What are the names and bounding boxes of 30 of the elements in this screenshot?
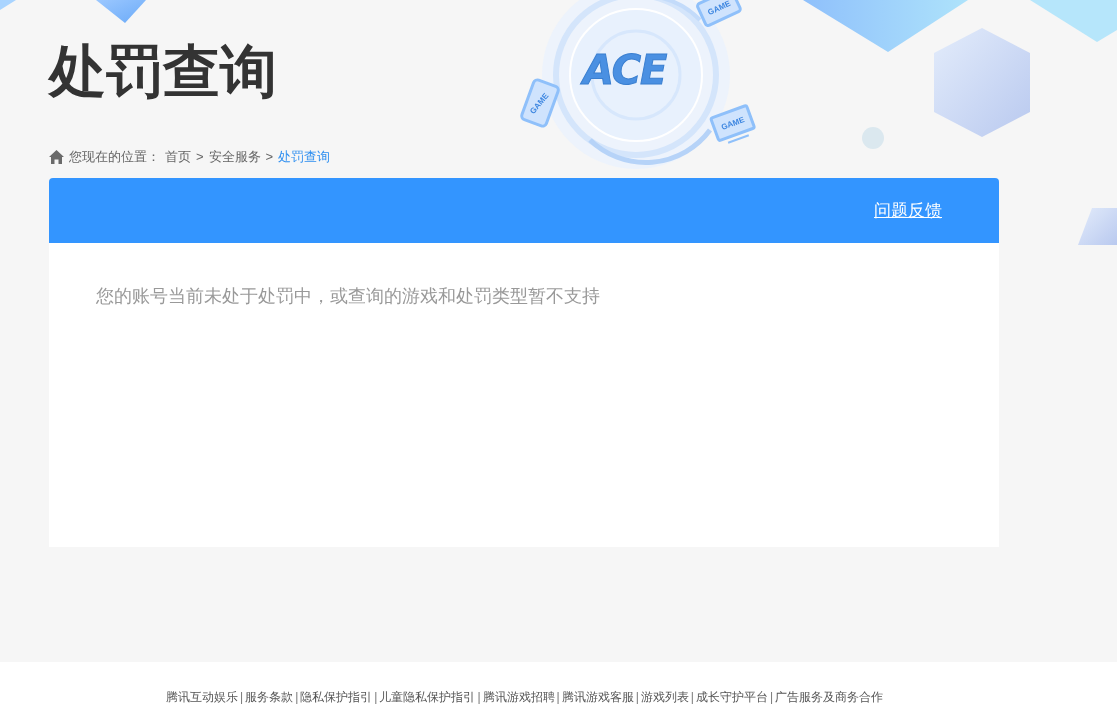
page-title: 处罚查询 [49, 38, 277, 105]
footer-link[interactable]: 腾讯游戏客服 [561, 690, 634, 705]
breadcrumb-separator: > [196, 148, 204, 166]
footer-link[interactable]: 广告服务及商务合作 [775, 690, 883, 705]
footer-link[interactable]: 游戏列表 [640, 690, 689, 705]
home-icon [49, 150, 64, 164]
footer-separator: | [768, 690, 774, 705]
monitor-icon: GAME [709, 103, 757, 144]
footer-link[interactable]: 服务条款 [245, 690, 294, 705]
footer-separator: | [294, 690, 300, 705]
decor-triangle [0, 0, 16, 10]
footer-link[interactable]: 儿童隐私保护指引 [379, 690, 476, 705]
status-message: 您的账号当前未处于处罚中，或查询的游戏和处罚类型暂不支持 [96, 285, 600, 308]
footer-separator: | [373, 690, 379, 705]
footer-separator: | [239, 690, 245, 705]
breadcrumb-separator: > [265, 148, 274, 166]
footer-link[interactable]: 成长守护平台 [695, 690, 768, 705]
decor-triangle [96, 0, 146, 23]
breadcrumb-link[interactable]: 安全服务 [208, 148, 261, 166]
footer-separator: | [634, 690, 640, 705]
breadcrumb-label: 您现在的位置： [69, 148, 160, 166]
breadcrumb-link[interactable]: 首页 [165, 148, 191, 166]
footer-link[interactable]: 腾讯互动娱乐 [166, 690, 238, 705]
footer-separator: | [476, 690, 482, 705]
footer-link[interactable]: 腾讯游戏招聘 [482, 690, 555, 705]
footer-separator: | [555, 690, 561, 705]
decor-dot [862, 127, 884, 149]
footer-link[interactable]: 隐私保护指引 [300, 690, 373, 705]
photo-placeholder [1078, 208, 1117, 245]
footer-separator: | [689, 690, 695, 705]
